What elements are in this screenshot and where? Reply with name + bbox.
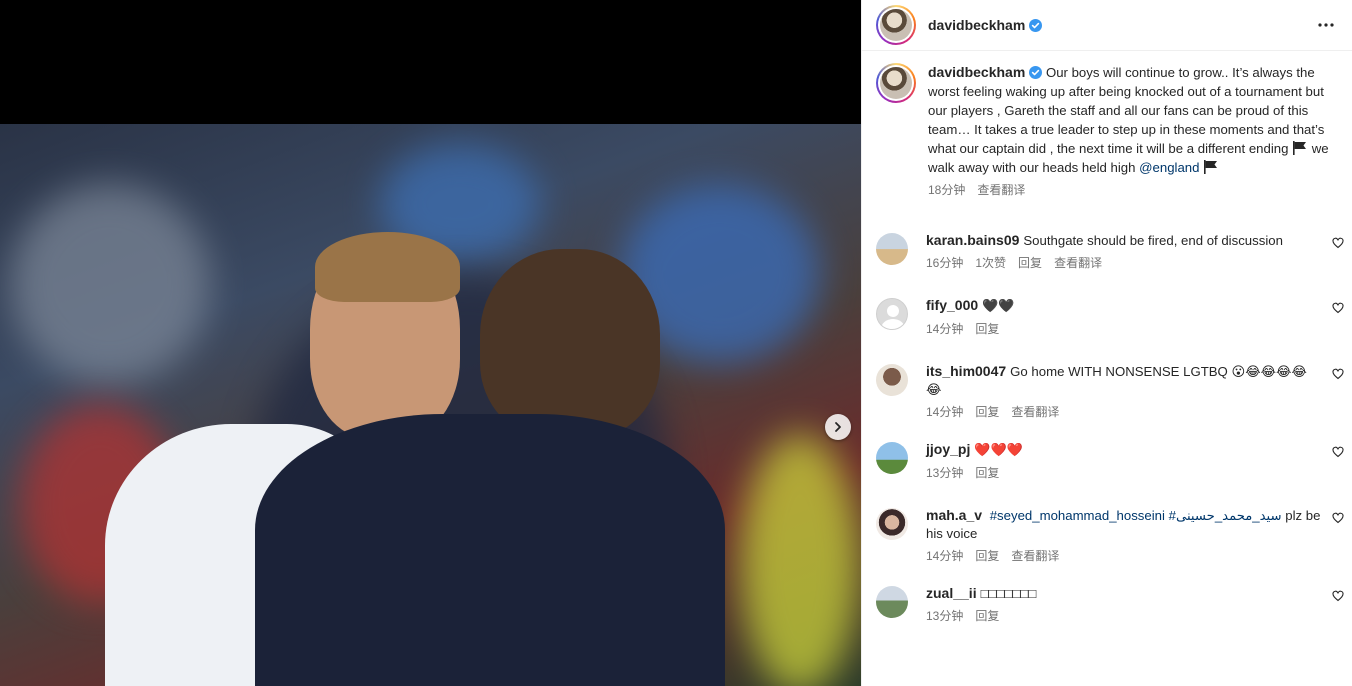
black-flag-icon (1204, 160, 1218, 174)
comment-item: karan.bains09 Southgate should be fired, … (862, 231, 1352, 272)
comment-time: 14分钟 (926, 405, 964, 419)
commenter-avatar[interactable] (876, 508, 908, 540)
comment-time: 13分钟 (926, 609, 964, 623)
verified-badge-icon (1029, 19, 1043, 32)
translate-link[interactable]: 查看翻译 (1054, 254, 1102, 272)
comment-item: its_him0047 Go home WITH NONSENSE LGTBQ 😮… (862, 362, 1352, 421)
comment-meta: 16分钟 1次赞 回复 查看翻译 (926, 254, 1321, 272)
heart-outline-icon[interactable] (1332, 446, 1344, 458)
photo-bokeh (740, 434, 860, 686)
post-caption: davidbeckham Our boys will continue to g… (862, 51, 1352, 200)
comment-username[interactable]: mah.a_v (926, 507, 982, 523)
comment-username[interactable]: zual__ii (926, 585, 977, 601)
author-username[interactable]: davidbeckham (928, 17, 1043, 33)
post-header: davidbeckham (862, 0, 1352, 51)
player-hair (315, 232, 460, 302)
comment-meta: 13分钟 回复 (926, 464, 1321, 482)
commenter-avatar[interactable] (876, 298, 908, 330)
hashtag-link[interactable]: #سید_محمد_حسینی (1169, 508, 1282, 523)
comment-meta: 14分钟 回复 查看翻译 (926, 547, 1321, 565)
verified-badge-icon (1029, 66, 1043, 79)
default-avatar-icon (881, 305, 905, 329)
commenter-avatar[interactable] (876, 586, 908, 618)
reply-button[interactable]: 回复 (975, 320, 999, 338)
comment-text: ❤️❤️❤️ (974, 443, 1023, 458)
comment-text: Southgate should be fired, end of discus… (1023, 233, 1283, 248)
reply-button[interactable]: 回复 (975, 607, 999, 625)
comment-likes[interactable]: 1次赞 (975, 254, 1006, 272)
more-horizontal-icon (1318, 23, 1334, 27)
post-side-panel: davidbeckham davidbeckham Our boys will … (861, 0, 1352, 686)
comment-item: mah.a_v #seyed_mohammad_hosseini #سید_مح… (862, 506, 1352, 565)
comment-username[interactable]: jjoy_pj (926, 441, 970, 457)
comment-time: 16分钟 (926, 256, 964, 270)
comment-username[interactable]: fify_000 (926, 297, 978, 313)
author-avatar[interactable] (876, 63, 916, 103)
reply-button[interactable]: 回复 (1018, 254, 1042, 272)
coach-jacket (255, 414, 725, 686)
comment-item: zual__ii □□□□□□□ 13分钟 回复 (862, 584, 1352, 625)
caption-time: 18分钟 (928, 183, 966, 197)
instagram-post-view: davidbeckham davidbeckham Our boys will … (0, 0, 1352, 686)
reply-button[interactable]: 回复 (975, 464, 999, 482)
caption-username[interactable]: davidbeckham (928, 64, 1043, 80)
photo-bokeh (10, 184, 210, 384)
coach-head (480, 249, 660, 439)
more-options-button[interactable] (1314, 13, 1338, 37)
hashtag-link[interactable]: #seyed_mohammad_hosseini (990, 508, 1165, 523)
caption-meta: 18分钟 查看翻译 (928, 181, 1338, 200)
heart-outline-icon[interactable] (1332, 368, 1344, 380)
comment-item: jjoy_pj ❤️❤️❤️ 13分钟 回复 (862, 440, 1352, 482)
comment-username[interactable]: karan.bains09 (926, 232, 1019, 248)
heart-outline-icon[interactable] (1332, 590, 1344, 602)
caption-text-block: davidbeckham Our boys will continue to g… (928, 63, 1338, 177)
comment-time: 13分钟 (926, 466, 964, 480)
chevron-right-icon (835, 422, 841, 432)
reply-button[interactable]: 回复 (975, 403, 999, 421)
comment-time: 14分钟 (926, 549, 964, 563)
comment-username[interactable]: its_him0047 (926, 363, 1006, 379)
heart-outline-icon[interactable] (1332, 302, 1344, 314)
heart-outline-icon[interactable] (1332, 512, 1344, 524)
author-avatar[interactable] (876, 5, 916, 45)
black-flag-icon (1293, 141, 1307, 155)
translate-link[interactable]: 查看翻译 (1011, 547, 1059, 565)
heart-outline-icon[interactable] (1332, 237, 1344, 249)
translate-link[interactable]: 查看翻译 (977, 181, 1025, 200)
mention-link[interactable]: @england (1139, 160, 1199, 175)
translate-link[interactable]: 查看翻译 (1011, 403, 1059, 421)
comment-meta: 14分钟 回复 (926, 320, 1321, 338)
commenter-avatar[interactable] (876, 442, 908, 474)
next-media-button[interactable] (825, 414, 851, 440)
comment-time: 14分钟 (926, 322, 964, 336)
comment-text: 🖤🖤 (982, 299, 1015, 314)
reply-button[interactable]: 回复 (975, 547, 999, 565)
comment-meta: 13分钟 回复 (926, 607, 1321, 625)
post-photo[interactable] (0, 124, 861, 686)
commenter-avatar[interactable] (876, 364, 908, 396)
post-media-area (0, 0, 861, 686)
comment-meta: 14分钟 回复 查看翻译 (926, 403, 1321, 421)
comment-item: fify_000 🖤🖤 14分钟 回复 (862, 296, 1352, 338)
comment-text: □□□□□□□ (980, 586, 1037, 601)
commenter-avatar[interactable] (876, 233, 908, 265)
comments-scroll-area[interactable]: davidbeckham Our boys will continue to g… (862, 51, 1352, 686)
